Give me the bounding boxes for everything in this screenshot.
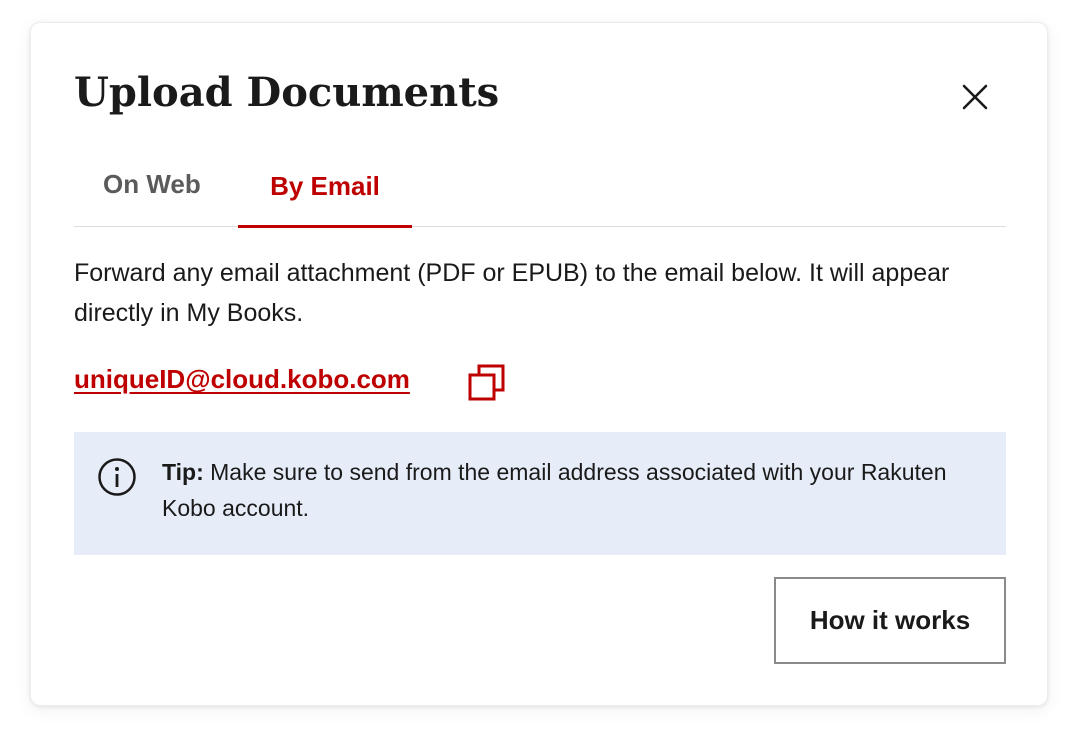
upload-documents-dialog: Upload Documents On Web By Email Forward… xyxy=(30,22,1048,706)
info-icon xyxy=(98,458,136,496)
close-icon xyxy=(962,84,988,110)
dialog-title: Upload Documents xyxy=(74,69,500,116)
tab-bar: On Web By Email xyxy=(74,163,1006,228)
how-it-works-button[interactable]: How it works xyxy=(774,577,1006,664)
tab-by-email[interactable]: By Email xyxy=(238,163,412,228)
copy-icon xyxy=(468,364,505,401)
copy-email-button[interactable] xyxy=(467,362,509,404)
instructions-text: Forward any email attachment (PDF or EPU… xyxy=(74,259,950,327)
tip-label: Tip: xyxy=(162,459,204,485)
email-address-link[interactable]: uniqueID@cloud.kobo.com xyxy=(74,364,410,395)
tip-callout: Tip: Make sure to send from the email ad… xyxy=(74,432,1006,555)
tab-on-web[interactable]: On Web xyxy=(103,163,201,227)
tip-text: Tip: Make sure to send from the email ad… xyxy=(162,454,982,526)
tip-message: Make sure to send from the email address… xyxy=(162,459,947,521)
close-button[interactable] xyxy=(956,78,994,116)
